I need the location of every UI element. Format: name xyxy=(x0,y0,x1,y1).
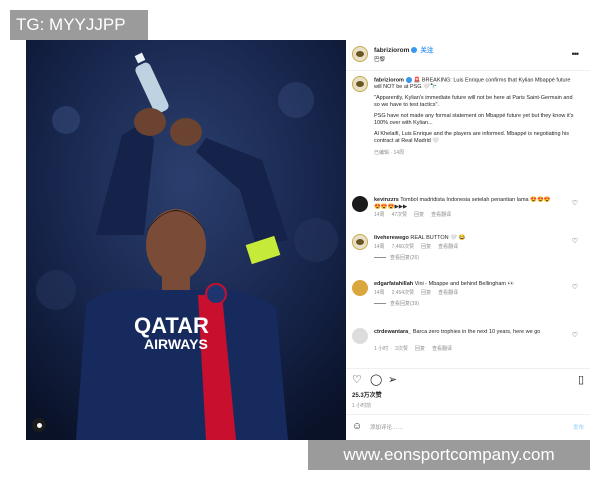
comment-item: kevinzzrs Tombol madridista Indonesia se… xyxy=(352,196,584,232)
caption-avatar[interactable] xyxy=(352,76,368,92)
comment-item: ctrdewantara_ Barca zero trophies in the… xyxy=(352,328,584,362)
view-replies-button[interactable]: 查看回复(39) xyxy=(374,300,419,308)
comment-text: kevinzzrs Tombol madridista Indonesia se… xyxy=(374,197,551,210)
post-actions-bar: ♡ ◯ ➢ ▯ xyxy=(352,374,584,388)
emoji-smiley-icon[interactable]: ☺ xyxy=(352,422,362,432)
follow-button[interactable]: 关注 xyxy=(420,47,433,54)
comment-reply-button[interactable]: 回复 xyxy=(415,346,425,352)
comment-likes[interactable]: 47次赞 xyxy=(392,212,408,218)
player-photo-illustration: QATAR AIRWAYS xyxy=(26,40,346,440)
comment-translate-button[interactable]: 查看翻译 xyxy=(438,290,458,296)
comment-reply-button[interactable]: 回复 xyxy=(414,212,424,218)
comment-avatar[interactable] xyxy=(352,328,368,344)
author-username-row: fabriziorom 关注 xyxy=(374,47,433,55)
comment-avatar[interactable] xyxy=(352,234,368,250)
comment-username[interactable]: ctrdewantara_ xyxy=(374,329,411,335)
comment-text: ctrdewantara_ Barca zero trophies in the… xyxy=(374,329,541,335)
comment-username[interactable]: liveherewego xyxy=(374,235,409,241)
comment-translate-button[interactable]: 查看翻译 xyxy=(438,244,458,250)
author-avatar[interactable] xyxy=(352,46,368,62)
add-comment-bar: ☺ 添加评论…… 发布 xyxy=(352,422,584,434)
like-heart-icon[interactable]: ♡ xyxy=(352,374,362,386)
comment-meta: 14周 2,454次赞 回复 查看翻译 xyxy=(374,290,459,296)
post-time-ago: 1 小时前 xyxy=(352,403,372,409)
caption-line-4: Al Khelaifi, Luis Enrique and the player… xyxy=(374,131,570,145)
comment-likes[interactable]: 7,460次赞 xyxy=(392,244,415,250)
post-header: fabriziorom 关注 巴黎 ••• xyxy=(352,46,584,68)
comment-like-heart-icon[interactable]: ♡ xyxy=(572,200,578,208)
actions-divider xyxy=(346,368,590,369)
share-send-icon[interactable]: ➢ xyxy=(388,374,397,386)
comment-item: liveherewego REAL BUTTON 🤍 😂 14周 7,460次赞回… xyxy=(352,234,584,274)
caption-line-2: "Apparently, Kylian's immediate future w… xyxy=(374,95,573,109)
comment-avatar[interactable] xyxy=(352,280,368,296)
jersey-sponsor-text: QATAR xyxy=(134,313,209,338)
post-comment-button[interactable]: 发布 xyxy=(573,424,584,432)
comment-avatar[interactable] xyxy=(352,196,368,212)
comment-translate-button[interactable]: 查看翻译 xyxy=(431,212,451,218)
comment-like-heart-icon[interactable]: ♡ xyxy=(572,284,578,292)
comment-like-heart-icon[interactable]: ♡ xyxy=(572,238,578,246)
comment-text: liveherewego REAL BUTTON 🤍 😂 xyxy=(374,235,466,241)
author-username[interactable]: fabriziorom xyxy=(374,47,409,54)
caption-line-3: PSG have not made any formal statement o… xyxy=(374,113,574,127)
comment-reply-button[interactable]: 回复 xyxy=(421,290,431,296)
comment-meta: 1 小时 3次赞 回复 查看翻译 xyxy=(374,346,452,352)
telegram-label-overlay: TG: MYYJJPP xyxy=(10,10,148,40)
caption-body: fabriziorom 🚨 BREAKING: Luis Enrique con… xyxy=(374,77,578,157)
bookmark-save-icon[interactable]: ▯ xyxy=(578,374,584,386)
website-watermark-overlay: www.eonsportcompany.com xyxy=(308,440,590,470)
caption-username[interactable]: fabriziorom xyxy=(374,77,404,83)
tagged-user-icon[interactable] xyxy=(32,418,46,432)
header-divider xyxy=(346,70,590,71)
caption-time: 已编辑 · 14周 xyxy=(374,150,405,157)
post-location[interactable]: 巴黎 xyxy=(374,56,385,64)
more-options-icon[interactable]: ••• xyxy=(572,50,580,59)
comment-reply-button[interactable]: 回复 xyxy=(421,244,431,250)
view-replies-button[interactable]: 查看回复(26) xyxy=(374,254,419,262)
instagram-post-dialog: QATAR AIRWAYS fabriziorom 关注 巴黎 ••• fabri… xyxy=(26,40,590,440)
post-side-panel: fabriziorom 关注 巴黎 ••• fabriziorom 🚨 BREAK… xyxy=(346,40,590,440)
comment-translate-button[interactable]: 查看翻译 xyxy=(432,346,452,352)
comment-bubble-icon[interactable]: ◯ xyxy=(370,374,382,386)
add-comment-input[interactable]: 添加评论…… xyxy=(370,424,403,432)
comment-username[interactable]: kevinzzrs xyxy=(374,197,399,203)
caption-verified-icon xyxy=(405,77,412,83)
comment-likes[interactable]: 3次赞 xyxy=(395,346,408,352)
comment-meta: 14周 47次赞 回复 查看翻译 xyxy=(374,212,452,218)
post-photo[interactable]: QATAR AIRWAYS xyxy=(26,40,346,440)
comment-text: edgarfatahillah Vini - Mbappe and behind… xyxy=(374,281,515,287)
comment-username[interactable]: edgarfatahillah xyxy=(374,281,413,287)
comment-item: edgarfatahillah Vini - Mbappe and behind… xyxy=(352,280,584,320)
verified-badge-icon xyxy=(411,47,418,54)
comment-divider xyxy=(346,414,590,415)
comment-like-heart-icon[interactable]: ♡ xyxy=(572,332,578,340)
comment-meta: 14周 7,460次赞 回复 查看翻译 xyxy=(374,244,459,250)
post-likes-count[interactable]: 25.3万次赞 xyxy=(352,392,382,400)
comment-likes[interactable]: 2,454次赞 xyxy=(392,290,415,296)
jersey-sponsor-subtext: AIRWAYS xyxy=(144,336,208,352)
